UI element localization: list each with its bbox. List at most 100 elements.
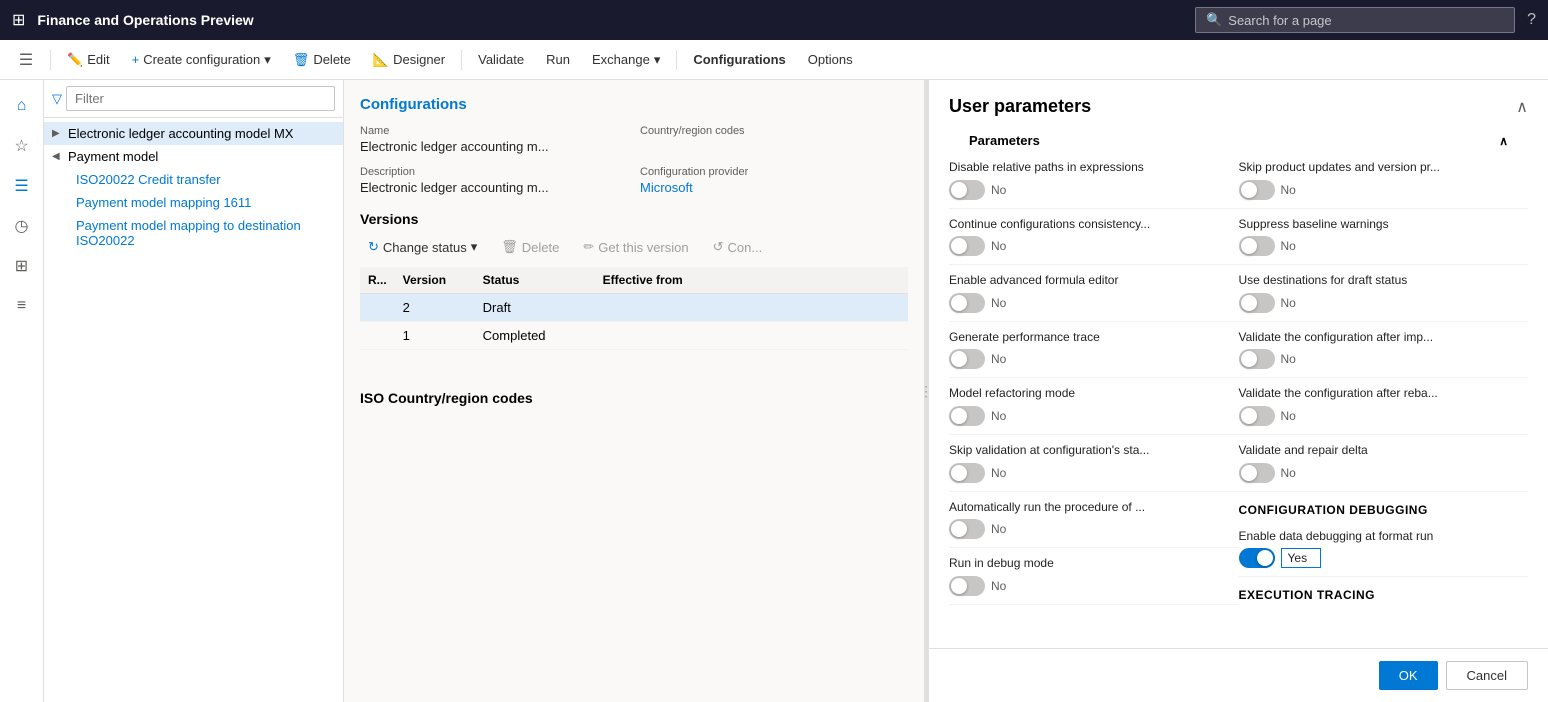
col-effective: Effective from xyxy=(595,267,908,294)
nav-star-icon[interactable]: ☆ xyxy=(4,128,40,164)
exchange-button[interactable]: Exchange ▾ xyxy=(582,46,670,74)
top-bar: ⊞ Finance and Operations Preview 🔍 ? xyxy=(0,0,1548,40)
toggle-thumb xyxy=(1241,351,1257,367)
tree-content: ▶ Electronic ledger accounting model MX … xyxy=(44,118,343,702)
rp-header: User parameters ∧ xyxy=(929,80,1548,125)
col-r: R... xyxy=(360,267,395,294)
nav-clock-icon[interactable]: ◷ xyxy=(4,208,40,244)
param-label-enable-advanced: Enable advanced formula editor xyxy=(949,273,1239,289)
toggle-thumb xyxy=(951,295,967,311)
param-label-validate-after-reba: Validate the configuration after reba... xyxy=(1239,386,1529,402)
configs-section-title: Configurations xyxy=(360,96,908,113)
nav-list-icon[interactable]: ☰ xyxy=(4,168,40,204)
param-label-run-debug: Run in debug mode xyxy=(949,556,1239,572)
param-model-refactoring: Model refactoring mode No xyxy=(949,378,1239,435)
rp-title: User parameters xyxy=(949,96,1091,117)
tree-item-payment-model[interactable]: ◀ Payment model xyxy=(44,145,343,168)
toggle-run-debug[interactable] xyxy=(949,576,985,596)
toggle-model-refactoring[interactable] xyxy=(949,406,985,426)
param-enable-debug: Enable data debugging at format run xyxy=(1239,521,1529,578)
get-version-icon: ✏ xyxy=(583,239,594,255)
toggle-disable-relative[interactable] xyxy=(949,180,985,200)
param-control-validate-after-reba: No xyxy=(1239,406,1529,426)
version-row-1[interactable]: 1 Completed xyxy=(360,322,908,350)
refresh-icon: ↻ xyxy=(368,239,379,255)
edit-icon: ✏️ xyxy=(67,52,83,68)
run-button[interactable]: Run xyxy=(536,46,580,73)
config-debug-heading: CONFIGURATION DEBUGGING xyxy=(1239,492,1529,521)
toggle-thumb-debug xyxy=(1257,550,1273,566)
search-bar[interactable]: 🔍 xyxy=(1195,7,1515,33)
app-title: Finance and Operations Preview xyxy=(37,12,1183,28)
rp-collapse-icon[interactable]: ∧ xyxy=(1499,134,1508,148)
rp-section-params: Parameters ∧ xyxy=(949,125,1528,152)
col-version: Version xyxy=(395,267,475,294)
param-skip-product: Skip product updates and version pr... N… xyxy=(1239,152,1529,209)
nav-menu-icon[interactable]: ≡ xyxy=(4,288,40,324)
toggle-value-suppress-baseline: No xyxy=(1281,239,1296,253)
toggle-validate-repair[interactable] xyxy=(1239,463,1275,483)
tree-item-electronic-ledger[interactable]: ▶ Electronic ledger accounting model MX xyxy=(44,122,343,145)
main-layout: ⌂ ☆ ☰ ◷ ⊞ ≡ ▽ ▶ Electronic ledger accoun… xyxy=(0,80,1548,702)
param-control-model-refactoring: No xyxy=(949,406,1239,426)
tree-item-payment-mapping-1611[interactable]: Payment model mapping 1611 xyxy=(44,191,343,214)
search-input[interactable] xyxy=(1228,13,1504,28)
configurations-button[interactable]: Configurations xyxy=(683,46,795,73)
tree-item-payment-mapping-dest[interactable]: Payment model mapping to destination ISO… xyxy=(44,214,343,252)
toggle-thumb xyxy=(951,521,967,537)
toggle-thumb xyxy=(951,578,967,594)
provider-label: Configuration provider xyxy=(640,166,908,178)
cell-r-1 xyxy=(360,322,395,350)
toggle-skip-product[interactable] xyxy=(1239,180,1275,200)
help-icon[interactable]: ? xyxy=(1527,11,1536,29)
toggle-thumb xyxy=(1241,408,1257,424)
toggle-use-destinations[interactable] xyxy=(1239,293,1275,313)
create-config-button[interactable]: + Create configuration ▾ xyxy=(122,46,281,74)
edit-button[interactable]: ✏️ Edit xyxy=(57,46,120,74)
get-this-version-button[interactable]: ✏ Get this version xyxy=(575,235,696,259)
toggle-skip-validation[interactable] xyxy=(949,463,985,483)
cancel-button[interactable]: Cancel xyxy=(1446,661,1528,690)
nav-hamburger[interactable]: ☰ xyxy=(8,42,44,78)
toggle-enable-advanced[interactable] xyxy=(949,293,985,313)
toggle-validate-after-imp[interactable] xyxy=(1239,349,1275,369)
tree-item-iso20022[interactable]: ISO20022 Credit transfer xyxy=(44,168,343,191)
waffle-icon[interactable]: ⊞ xyxy=(12,10,25,30)
complete-button[interactable]: ↺ Con... xyxy=(705,235,771,259)
toggle-auto-run[interactable] xyxy=(949,519,985,539)
toggle-suppress-baseline[interactable] xyxy=(1239,236,1275,256)
debug-yes-input[interactable] xyxy=(1281,548,1321,568)
rp-close-icon[interactable]: ∧ xyxy=(1516,97,1528,117)
param-enable-advanced: Enable advanced formula editor No xyxy=(949,265,1239,322)
toggle-validate-after-reba[interactable] xyxy=(1239,406,1275,426)
param-label-auto-run: Automatically run the procedure of ... xyxy=(949,500,1239,516)
provider-field: Configuration provider Microsoft xyxy=(640,166,908,195)
options-button[interactable]: Options xyxy=(798,46,863,73)
toggle-enable-debug[interactable] xyxy=(1239,548,1275,568)
param-label-disable-relative: Disable relative paths in expressions xyxy=(949,160,1239,176)
cell-effective-2 xyxy=(595,294,908,322)
tree-arrow-electronic: ▶ xyxy=(52,128,64,139)
param-control-generate-perf: No xyxy=(949,349,1239,369)
toggle-continue-consistency[interactable] xyxy=(949,236,985,256)
toggle-value-auto-run: No xyxy=(991,522,1006,536)
toggle-value-disable-relative: No xyxy=(991,183,1006,197)
tree-label-payment-mapping-dest: Payment model mapping to destination ISO… xyxy=(76,218,335,248)
toggle-value-generate-perf: No xyxy=(991,352,1006,366)
ok-button[interactable]: OK xyxy=(1379,661,1438,690)
designer-button[interactable]: 📐 Designer xyxy=(363,46,455,74)
delete-ver-icon: 🗑 xyxy=(501,239,518,255)
change-status-button[interactable]: ↻ Change status ▾ xyxy=(360,235,485,259)
nav-grid-icon[interactable]: ⊞ xyxy=(4,248,40,284)
validate-button[interactable]: Validate xyxy=(468,46,534,73)
col-status: Status xyxy=(475,267,595,294)
toggle-generate-perf[interactable] xyxy=(949,349,985,369)
toggle-thumb xyxy=(1241,465,1257,481)
nav-home-icon[interactable]: ⌂ xyxy=(4,88,40,124)
toggle-thumb xyxy=(951,408,967,424)
version-row-2[interactable]: 2 Draft xyxy=(360,294,908,322)
filter-input[interactable] xyxy=(66,86,335,111)
versions-delete-button[interactable]: 🗑 Delete xyxy=(493,235,567,259)
param-control-validate-after-imp: No xyxy=(1239,349,1529,369)
delete-button[interactable]: 🗑 Delete xyxy=(283,46,361,74)
